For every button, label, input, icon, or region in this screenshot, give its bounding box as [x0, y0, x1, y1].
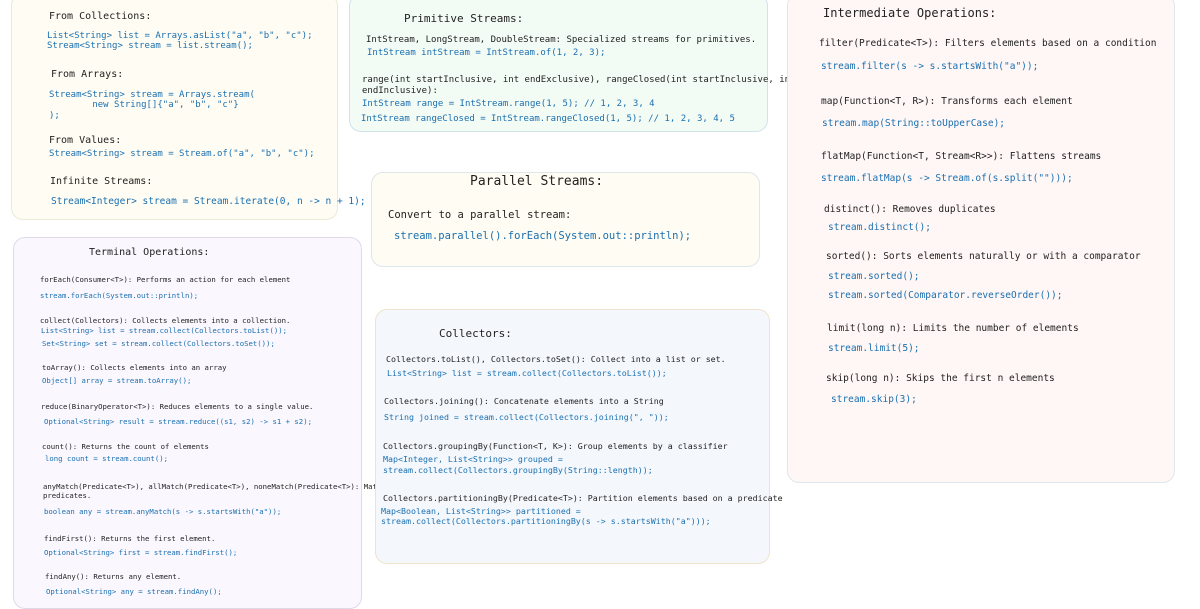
- primitive-desc: endInclusive):: [362, 86, 438, 96]
- primitive-title: Primitive Streams:: [404, 12, 524, 25]
- infinite-code: Stream<Integer> stream = Stream.iterate(…: [51, 196, 366, 207]
- from-arrays-heading: From Arrays:: [51, 69, 124, 80]
- collectors-title: Collectors:: [439, 327, 512, 340]
- collectors-code: String joined = stream.collect(Collector…: [384, 412, 669, 422]
- primitive-code: IntStream intStream = IntStream.of(1, 2,…: [367, 48, 606, 58]
- collectors-code: stream.collect(Collectors.partitioningBy…: [381, 516, 711, 526]
- terminal-code: Optional<String> any = stream.findAny();: [46, 587, 222, 596]
- terminal-desc: toArray(): Collects elements into an arr…: [42, 363, 227, 372]
- intermediate-code: stream.distinct();: [828, 222, 931, 233]
- terminal-desc: count(): Returns the count of elements: [42, 442, 209, 451]
- intermediate-desc: skip(long n): Skips the first n elements: [826, 373, 1055, 384]
- from-arrays-code: Stream<String> stream = Arrays.stream(: [49, 90, 255, 100]
- terminal-code: Optional<String> result = stream.reduce(…: [44, 417, 312, 426]
- collectors-desc: Collectors.partitioningBy(Predicate<T>):…: [383, 493, 783, 503]
- from-arrays-code: );: [49, 111, 60, 121]
- parallel-streams-card: Parallel Streams: Convert to a parallel …: [371, 172, 760, 267]
- parallel-code: stream.parallel().forEach(System.out::pr…: [394, 230, 692, 242]
- from-collections-code: List<String> list = Arrays.asList("a", "…: [47, 31, 313, 41]
- terminal-desc: forEach(Consumer<T>): Performs an action…: [40, 275, 291, 284]
- from-arrays-code: new String[]{"a", "b", "c"}: [49, 100, 239, 110]
- terminal-desc: collect(Collectors): Collects elements i…: [40, 316, 291, 325]
- intermediate-desc: sorted(): Sorts elements naturally or wi…: [826, 251, 1141, 262]
- from-collections-code: Stream<String> stream = list.stream();: [47, 41, 253, 51]
- from-collections-heading: From Collections:: [49, 11, 152, 22]
- terminal-desc: findAny(): Returns any element.: [45, 572, 182, 581]
- terminal-operations-card: Terminal Operations: forEach(Consumer<T>…: [13, 237, 386, 609]
- creation-card: From Collections: List<String> list = Ar…: [11, 0, 366, 220]
- collectors-code: List<String> list = stream.collect(Colle…: [387, 368, 667, 378]
- terminal-code: long count = stream.count();: [45, 454, 169, 463]
- collectors-card: Collectors: Collectors.toList(), Collect…: [375, 309, 783, 564]
- collectors-code: Map<Integer, List<String>> grouped =: [383, 454, 563, 464]
- intermediate-desc: map(Function<T, R>): Transforms each ele…: [821, 96, 1073, 107]
- primitive-streams-card: Primitive Streams: IntStream, LongStream…: [349, 0, 795, 132]
- terminal-code: Set<String> set = stream.collect(Collect…: [42, 339, 275, 348]
- intermediate-title: Intermediate Operations:: [823, 6, 997, 20]
- collectors-desc: Collectors.groupingBy(Function<T, K>): G…: [383, 441, 728, 451]
- intermediate-operations-card: Intermediate Operations: filter(Predicat…: [787, 0, 1175, 483]
- intermediate-desc: flatMap(Function<T, Stream<R>>): Flatten…: [821, 151, 1102, 162]
- intermediate-desc: distinct(): Removes duplicates: [824, 204, 996, 215]
- terminal-code: boolean any = stream.anyMatch(s -> s.sta…: [44, 507, 282, 516]
- parallel-title: Parallel Streams:: [470, 174, 604, 189]
- intermediate-code: stream.sorted(Comparator.reverseOrder())…: [828, 290, 1063, 301]
- intermediate-code: stream.skip(3);: [831, 394, 917, 405]
- terminal-desc: reduce(BinaryOperator<T>): Reduces eleme…: [41, 402, 314, 411]
- intermediate-desc: limit(long n): Limits the number of elem…: [827, 323, 1079, 334]
- intermediate-code: stream.sorted();: [828, 271, 920, 282]
- terminal-code: List<String> list = stream.collect(Colle…: [41, 326, 288, 335]
- collectors-desc: Collectors.toList(), Collectors.toSet():…: [386, 354, 726, 364]
- primitive-desc: IntStream, LongStream, DoubleStream: Spe…: [366, 35, 757, 45]
- collectors-desc: Collectors.joining(): Concatenate elemen…: [384, 396, 664, 406]
- primitive-desc: range(int startInclusive, int endExclusi…: [362, 75, 796, 85]
- terminal-desc: anyMatch(Predicate<T>), allMatch(Predica…: [43, 482, 386, 491]
- parallel-desc: Convert to a parallel stream:: [388, 209, 572, 221]
- from-values-code: Stream<String> stream = Stream.of("a", "…: [49, 149, 315, 159]
- terminal-code: Optional<String> first = stream.findFirs…: [44, 548, 238, 557]
- terminal-desc: findFirst(): Returns the first element.: [44, 534, 216, 543]
- primitive-code: IntStream rangeClosed = IntStream.rangeC…: [361, 114, 735, 124]
- primitive-code: IntStream range = IntStream.range(1, 5);…: [362, 99, 655, 109]
- infinite-heading: Infinite Streams:: [50, 176, 153, 187]
- intermediate-code: stream.limit(5);: [828, 343, 920, 354]
- terminal-code: Object[] array = stream.toArray();: [42, 376, 192, 385]
- intermediate-code: stream.map(String::toUpperCase);: [822, 118, 1006, 129]
- terminal-desc: predicates.: [43, 491, 92, 500]
- collectors-code: stream.collect(Collectors.groupingBy(Str…: [383, 465, 653, 475]
- terminal-title: Terminal Operations:: [89, 247, 210, 258]
- terminal-code: stream.forEach(System.out::println);: [40, 291, 199, 300]
- from-values-heading: From Values:: [49, 135, 122, 146]
- intermediate-code: stream.flatMap(s -> Stream.of(s.split(""…: [821, 173, 1073, 184]
- intermediate-code: stream.filter(s -> s.startsWith("a"));: [821, 61, 1039, 72]
- intermediate-desc: filter(Predicate<T>): Filters elements b…: [819, 38, 1157, 49]
